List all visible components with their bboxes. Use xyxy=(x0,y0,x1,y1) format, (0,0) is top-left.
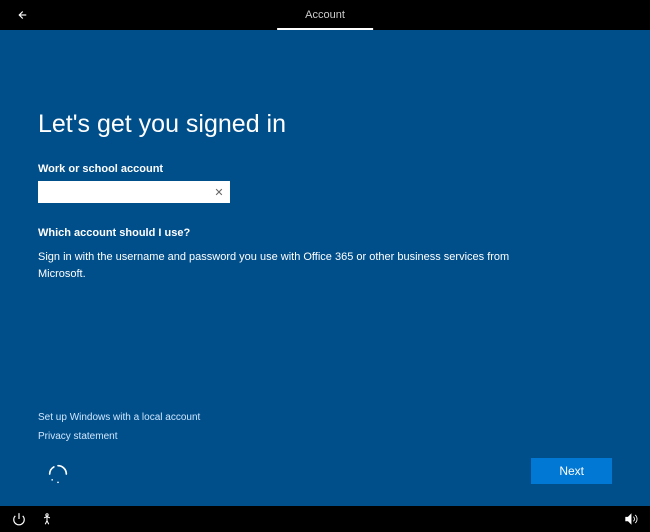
main-content: Let's get you signed in Work or school a… xyxy=(0,30,650,506)
page-title: Let's get you signed in xyxy=(38,110,612,139)
status-left xyxy=(12,512,54,526)
bottom-links: Set up Windows with a local account Priv… xyxy=(38,412,200,450)
local-account-link[interactable]: Set up Windows with a local account xyxy=(38,412,200,423)
volume-icon[interactable] xyxy=(624,512,638,526)
power-icon[interactable] xyxy=(12,512,26,526)
ease-of-access-icon[interactable] xyxy=(40,512,54,526)
close-icon: ✕ xyxy=(214,186,223,199)
loading-spinner xyxy=(48,464,68,484)
next-button[interactable]: Next xyxy=(531,458,612,484)
input-row: ✕ xyxy=(38,181,612,203)
back-button[interactable] xyxy=(0,0,42,30)
tab-account[interactable]: Account xyxy=(277,2,373,30)
help-subhead: Which account should I use? xyxy=(38,227,612,239)
help-body: Sign in with the username and password y… xyxy=(38,249,558,282)
spinner-icon xyxy=(48,464,68,484)
account-input[interactable] xyxy=(38,181,208,203)
clear-input-button[interactable]: ✕ xyxy=(208,181,230,203)
privacy-link[interactable]: Privacy statement xyxy=(38,431,200,442)
account-label: Work or school account xyxy=(38,163,612,175)
title-bar: Account xyxy=(0,0,650,30)
tab-container: Account xyxy=(277,0,373,30)
status-bar xyxy=(0,506,650,532)
